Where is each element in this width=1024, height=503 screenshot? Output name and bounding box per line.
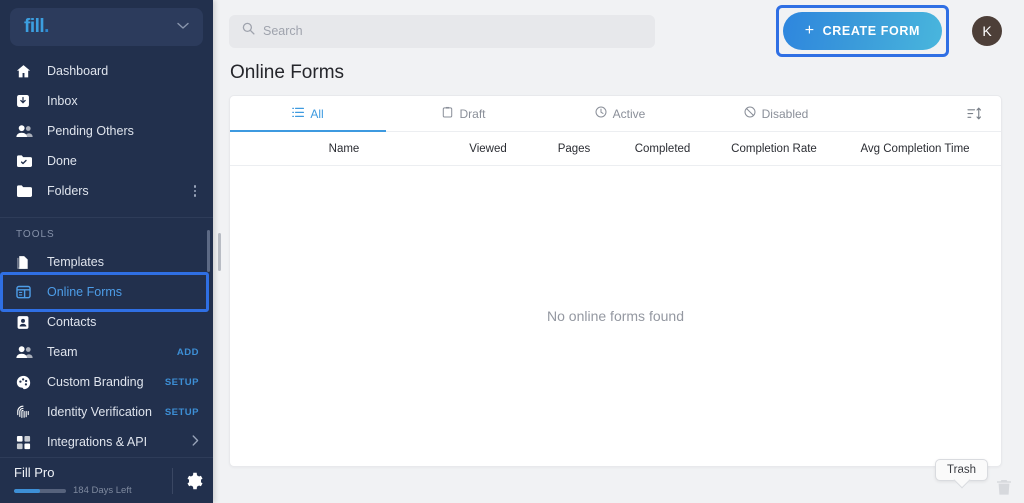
identity-verification-setup-button[interactable]: SETUP [165, 407, 199, 418]
chevron-right-icon[interactable] [192, 435, 199, 449]
tab-label: All [310, 106, 324, 121]
sidebar-item-label: Inbox [47, 94, 78, 108]
column-header-completion-rate: Completion Rate [731, 142, 817, 155]
ban-icon [744, 106, 756, 121]
empty-state-message: No online forms found [547, 308, 684, 324]
create-form-label: CREATE FORM [822, 24, 920, 38]
puzzle-icon [16, 434, 36, 450]
section-title-tools: TOOLS [16, 229, 55, 240]
plan-info: Fill Pro 184 Days Left [14, 465, 172, 496]
sidebar-item-label: Dashboard [47, 64, 109, 78]
sidebar-item-inbox[interactable]: Inbox [0, 86, 213, 116]
create-form-wrapper: + CREATE FORM [775, 5, 949, 57]
trash-tooltip-label: Trash [947, 464, 976, 476]
tab-label: Draft [459, 106, 486, 121]
column-header-pages: Pages [557, 142, 591, 155]
sidebar-item-dashboard[interactable]: Dashboard [0, 56, 213, 86]
search-value: Search [263, 24, 303, 38]
sidebar-item-label: Pending Others [47, 124, 134, 138]
gear-icon[interactable] [185, 472, 203, 490]
contact-card-icon [16, 314, 36, 330]
table-body: No online forms found [230, 166, 1001, 466]
workspace-switcher[interactable]: fill. [10, 8, 203, 46]
sidebar-item-templates[interactable]: Templates [0, 247, 213, 277]
tab-draft[interactable]: Draft [386, 96, 542, 131]
plan-progress-row: 184 Days Left [14, 485, 172, 496]
primary-nav: Dashboard Inbox Pending Others Done Fold… [0, 56, 213, 457]
tab-active[interactable]: Active [542, 96, 698, 131]
avatar-initial: K [982, 23, 992, 39]
sidebar: fill. Dashboard Inbox Pending Others Don… [0, 0, 213, 503]
tab-all[interactable]: All [230, 96, 386, 132]
sidebar-item-folders[interactable]: Folders [0, 176, 213, 206]
sort-icon[interactable] [967, 96, 1001, 131]
sidebar-item-contacts[interactable]: Contacts [0, 307, 213, 337]
list-icon [292, 107, 305, 121]
main-content: Search + CREATE FORM K Online Forms All … [213, 0, 1024, 503]
sidebar-item-label: Integrations & API [47, 435, 148, 449]
fill-logo: fill. [24, 16, 49, 37]
plan-progress-bar [14, 488, 66, 493]
sidebar-item-custom-branding[interactable]: Custom Branding SETUP [0, 367, 213, 397]
tab-bar: All Draft Active Disabled [230, 96, 1001, 132]
palette-icon [16, 374, 36, 390]
folder-icon [16, 183, 36, 199]
top-bar: Search + CREATE FORM K [213, 0, 1024, 62]
sidebar-item-label: Templates [47, 255, 104, 269]
brand-area: fill. [0, 0, 213, 46]
sidebar-item-done[interactable]: Done [0, 146, 213, 176]
team-add-button[interactable]: ADD [177, 347, 199, 358]
avatar[interactable]: K [972, 16, 1002, 46]
tab-disabled[interactable]: Disabled [698, 96, 854, 131]
column-header-viewed: Viewed [469, 142, 507, 155]
sidebar-item-integrations-api[interactable]: Integrations & API [0, 427, 213, 457]
kebab-menu-icon[interactable] [193, 185, 200, 197]
page-title: Online Forms [230, 62, 345, 83]
sidebar-item-label: Contacts [47, 315, 97, 329]
folder-check-icon [16, 153, 36, 169]
column-header-avg-completion-time: Avg Completion Time [860, 142, 970, 155]
sidebar-item-label: Identity Verification [47, 405, 152, 419]
column-header-completed: Completed [634, 142, 691, 155]
people-icon [16, 123, 36, 139]
footer-divider [172, 467, 173, 494]
home-icon [16, 63, 36, 79]
inbox-icon [16, 93, 36, 109]
fingerprint-icon [16, 404, 36, 420]
clipboard-icon [442, 106, 453, 121]
forms-card: All Draft Active Disabled Name Viewed Pa… [229, 95, 1002, 467]
table-header-row: Name Viewed Pages Completed Completion R… [230, 132, 1001, 166]
column-header-name: Name [328, 142, 360, 155]
trash-icon[interactable] [996, 479, 1012, 501]
sidebar-item-team[interactable]: Team ADD [0, 337, 213, 367]
app-root: fill. Dashboard Inbox Pending Others Don… [0, 0, 1024, 503]
content-scrollbar[interactable] [218, 233, 221, 271]
create-form-button[interactable]: + CREATE FORM [782, 12, 942, 50]
sidebar-item-online-forms[interactable]: Online Forms [0, 272, 213, 312]
team-icon [16, 344, 36, 360]
trash-tooltip: Trash [935, 459, 988, 481]
search-icon [242, 22, 255, 40]
sidebar-item-label: Custom Branding [47, 375, 144, 389]
sidebar-item-identity-verification[interactable]: Identity Verification SETUP [0, 397, 213, 427]
tab-label: Disabled [761, 106, 809, 121]
chevron-down-icon[interactable] [177, 22, 189, 33]
plus-icon: + [804, 22, 815, 39]
plan-name: Fill Pro [14, 465, 55, 480]
sidebar-item-label: Online Forms [47, 285, 123, 299]
online-forms-icon [16, 284, 36, 300]
custom-branding-setup-button[interactable]: SETUP [165, 377, 199, 388]
sidebar-item-pending-others[interactable]: Pending Others [0, 116, 213, 146]
sidebar-item-label: Folders [47, 184, 89, 198]
sidebar-scrollbar[interactable] [207, 230, 210, 272]
template-icon [16, 254, 36, 270]
sidebar-item-label: Done [47, 154, 77, 168]
plan-days-left: 184 Days Left [73, 485, 132, 496]
search-input[interactable]: Search [229, 14, 655, 48]
clock-icon [595, 106, 607, 121]
sidebar-footer: Fill Pro 184 Days Left [0, 457, 213, 503]
sidebar-item-label: Team [47, 345, 78, 359]
tab-label: Active [612, 106, 646, 121]
